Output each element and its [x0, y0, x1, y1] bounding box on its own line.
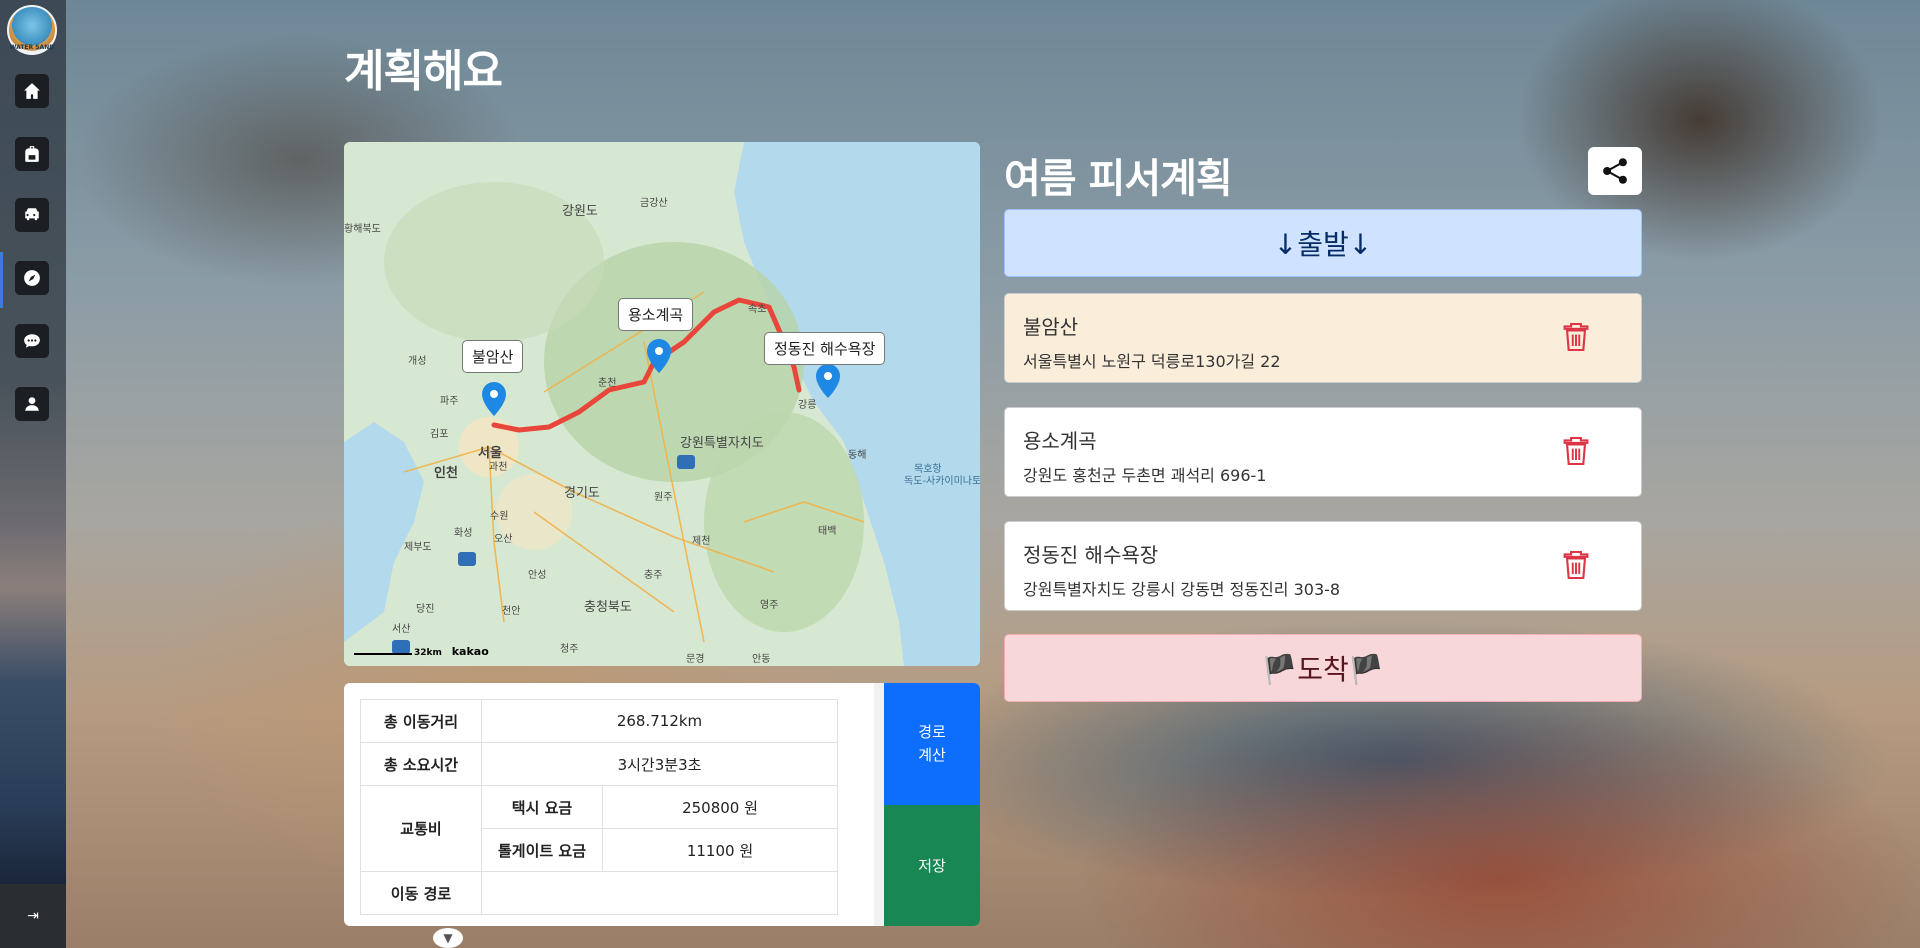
- plan-title: 여름 피서계획: [1004, 156, 1233, 202]
- map-region-label: 강원도: [562, 204, 598, 219]
- map-region-label: 인천: [434, 466, 458, 481]
- home-icon: [24, 83, 40, 99]
- map-region-label: 원주: [654, 492, 673, 503]
- map-region-label: 경기도: [564, 486, 600, 501]
- calculate-route-button[interactable]: 경로 계산: [884, 683, 980, 805]
- map-region-label: 안동: [752, 654, 771, 665]
- map-region-label: 오산: [494, 534, 513, 545]
- kakao-logo: kakao: [451, 645, 489, 658]
- marker-label-1[interactable]: 불암산: [462, 340, 524, 373]
- map-region-label: 금강산: [640, 198, 668, 209]
- map-region-label: 화성: [454, 528, 473, 539]
- map-region-label: 충주: [644, 570, 663, 581]
- table-row: 총 소요시간 3시간3분3초: [360, 742, 838, 786]
- map-region-label: 당진: [416, 604, 435, 615]
- distance-label: 총 이동거리: [360, 699, 482, 743]
- place-address: 강원도 홍천군 두촌면 괘석리 696-1: [1023, 466, 1267, 485]
- route-summary-card: 총 이동거리 268.712km 총 소요시간 3시간3분3초 교통비 택시 요…: [344, 683, 980, 926]
- sidebar-collapse-button[interactable]: ⇥: [0, 884, 66, 948]
- user-icon: [25, 397, 39, 411]
- map-region-label: 개성: [408, 356, 427, 367]
- toll-fare-value: 11100 원: [602, 828, 838, 872]
- place-address: 강원특별자치도 강릉시 강동면 정동진리 303-8: [1023, 580, 1341, 599]
- nav-chat[interactable]: [15, 324, 49, 358]
- marker-label-2[interactable]: 용소계곡: [618, 298, 694, 331]
- map-region-label: 춘천: [598, 378, 617, 389]
- place-name: 불암산: [1023, 315, 1079, 339]
- taxi-fare-label: 택시 요금: [481, 785, 603, 829]
- map-region-label: 목호항: [914, 464, 942, 475]
- map-region-label: 청주: [560, 644, 579, 655]
- page-title: 계획해요: [344, 46, 503, 97]
- map-region-label: 제부도: [404, 542, 432, 553]
- calculate-route-label: 경로 계산: [918, 723, 946, 764]
- map-region-label: 제천: [692, 536, 711, 547]
- duration-label: 총 소요시간: [360, 742, 482, 786]
- table-row: 이동 경로: [360, 871, 838, 915]
- scroll-down-arrow[interactable]: ▼: [433, 928, 463, 948]
- map-region-label: 영주: [760, 600, 779, 611]
- route-path-value: [481, 871, 838, 915]
- map-region-label: 충청북도: [584, 600, 632, 615]
- nav-compass[interactable]: [15, 261, 49, 295]
- trash-icon[interactable]: [1563, 436, 1589, 466]
- nav-home[interactable]: [15, 74, 49, 108]
- nav-user[interactable]: [15, 387, 49, 421]
- map-attribution: 32km kakao: [360, 645, 489, 658]
- marker-label-3[interactable]: 정동진 해수욕장: [764, 332, 886, 365]
- map-region-label: 강원특별자치도: [680, 436, 764, 451]
- map-region-label: 과천: [489, 462, 508, 473]
- sidebar: WATER SAND ⇥: [0, 0, 66, 948]
- table-row: 총 이동거리 268.712km: [360, 699, 838, 743]
- map-region-label: 안성: [528, 570, 547, 581]
- map-region-label: 문경: [686, 654, 705, 665]
- trash-icon[interactable]: [1563, 550, 1589, 580]
- map-region-label: 천안: [502, 606, 521, 617]
- logo-text: WATER SAND: [9, 44, 55, 51]
- table-row: 교통비 택시 요금 250800 원: [360, 785, 838, 872]
- map-region-label: 김포: [430, 429, 449, 440]
- map-region-label: 강릉: [798, 400, 817, 411]
- save-button[interactable]: 저장: [884, 805, 980, 926]
- trash-icon[interactable]: [1563, 322, 1589, 352]
- duration-value: 3시간3분3초: [481, 742, 838, 786]
- active-indicator: [0, 252, 3, 308]
- place-address: 서울특별시 노원구 덕릉로130가길 22: [1023, 352, 1281, 371]
- route-summary-table: 총 이동거리 268.712km 총 소요시간 3시간3분3초 교통비 택시 요…: [360, 699, 838, 915]
- map-region-label: 속초: [748, 304, 767, 315]
- distance-value: 268.712km: [481, 699, 838, 743]
- chat-icon: [24, 334, 40, 348]
- place-name: 용소계곡: [1023, 429, 1097, 453]
- end-banner: 🏴도착🏴: [1004, 634, 1642, 702]
- car-icon: [25, 208, 39, 221]
- map-region-label: 서산: [392, 624, 411, 635]
- share-icon: [1603, 158, 1627, 184]
- map-scale: 32km: [414, 648, 442, 658]
- backpack-icon: [25, 146, 39, 162]
- place-card[interactable]: 용소계곡 강원도 홍천군 두촌면 괘석리 696-1: [1004, 407, 1642, 497]
- place-card[interactable]: 불암산 서울특별시 노원구 덕릉로130가길 22: [1004, 293, 1642, 383]
- nav-backpack[interactable]: [15, 137, 49, 171]
- route-path-label: 이동 경로: [360, 871, 482, 915]
- map-region-label: 황해북도: [344, 224, 381, 235]
- share-button[interactable]: [1588, 147, 1642, 195]
- toll-fare-label: 톨게이트 요금: [481, 828, 603, 872]
- map-region-label: 태백: [818, 526, 837, 537]
- place-name: 정동진 해수욕장: [1023, 543, 1159, 567]
- scrollbar[interactable]: [874, 683, 884, 926]
- map-region-label: 동해: [848, 450, 867, 461]
- map[interactable]: 강원도 금강산 황해북도 개성 파주 김포 서울 인천 과천 경기도 수원 오산 화성 제부도 당진 서산 천안…: [344, 142, 980, 666]
- place-card[interactable]: 정동진 해수욕장 강원특별자치도 강릉시 강동면 정동진리 303-8: [1004, 521, 1642, 611]
- fare-label: 교통비: [360, 785, 482, 872]
- start-banner: ↓출발↓: [1004, 209, 1642, 277]
- map-region-label: 수원: [490, 511, 509, 522]
- compass-icon: [24, 270, 40, 286]
- map-region-label: 파주: [440, 396, 459, 407]
- taxi-fare-value: 250800 원: [602, 785, 838, 829]
- nav-car[interactable]: [15, 198, 49, 232]
